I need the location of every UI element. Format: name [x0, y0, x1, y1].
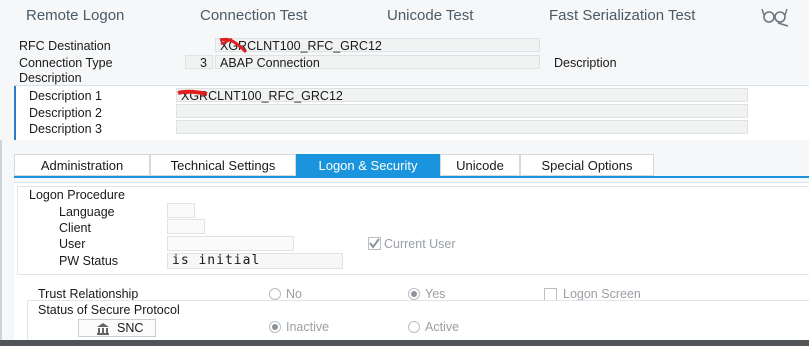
- redaction-mark: [177, 89, 208, 96]
- connection-type-value: ABAP Connection: [220, 56, 320, 70]
- snc-inactive-label: Inactive: [286, 320, 330, 334]
- description-1-field[interactable]: XGRCLNT100_RFC_GRC12: [176, 88, 748, 103]
- client-input[interactable]: [167, 219, 205, 234]
- bottom-status-bar: [0, 340, 809, 346]
- logon-screen-label: Logon Screen: [563, 287, 641, 301]
- description-1-value: XGRCLNT100_RFC_GRC12: [181, 89, 343, 103]
- tab-logon-security[interactable]: Logon & Security: [296, 154, 440, 176]
- user-label: User: [59, 237, 86, 251]
- description-3-label: Description 3: [29, 122, 102, 136]
- description-1-label: Description 1: [29, 89, 102, 103]
- snc-button-label: SNC: [117, 321, 144, 335]
- language-label: Language: [59, 205, 115, 219]
- pw-status-field: is initial: [167, 253, 343, 269]
- connection-type-description-label: Description: [554, 56, 617, 70]
- connection-type-code-field: 3: [185, 55, 213, 70]
- snc-active-label: Active: [425, 320, 460, 334]
- snc-inactive-radio[interactable]: [269, 321, 281, 333]
- rfc-destination-label: RFC Destination: [19, 39, 111, 53]
- description-section-label: Description: [19, 71, 82, 85]
- rfc-destination-value: XGRCLNT100_RFC_GRC12: [220, 39, 382, 53]
- trust-relationship-label: Trust Relationship: [38, 287, 139, 301]
- client-label: Client: [59, 221, 91, 235]
- pw-status-value: is initial: [172, 254, 261, 268]
- description-2-label: Description 2: [29, 106, 102, 120]
- snc-button[interactable]: SNC: [78, 319, 156, 337]
- fast-serialization-test-button[interactable]: Fast Serialization Test: [549, 7, 695, 24]
- user-input[interactable]: [167, 236, 294, 251]
- left-edge-bar: [0, 140, 2, 340]
- connection-type-field: ABAP Connection: [215, 55, 540, 70]
- unicode-test-button[interactable]: Unicode Test: [387, 7, 473, 24]
- rfc-destination-field: XGRCLNT100_RFC_GRC12: [215, 38, 540, 53]
- pw-status-label: PW Status: [59, 254, 119, 268]
- connection-type-code: 3: [200, 56, 207, 70]
- trust-no-label: No: [286, 287, 302, 301]
- tab-special-options[interactable]: Special Options: [520, 154, 654, 176]
- current-user-label: Current User: [384, 237, 456, 251]
- language-input[interactable]: [167, 203, 195, 218]
- snc-active-radio[interactable]: [408, 321, 420, 333]
- tab-technical-settings[interactable]: Technical Settings: [150, 154, 296, 176]
- snc-icon: [96, 322, 110, 338]
- current-user-checkbox[interactable]: [368, 237, 381, 250]
- tab-strip: Administration Technical Settings Logon …: [14, 154, 654, 176]
- logon-procedure-group: [17, 186, 809, 275]
- connection-test-button[interactable]: Connection Test: [200, 7, 307, 24]
- tab-administration[interactable]: Administration: [14, 154, 150, 176]
- secure-protocol-label: Status of Secure Protocol: [38, 303, 180, 317]
- glasses-icon[interactable]: [761, 5, 789, 27]
- description-3-field[interactable]: [176, 120, 748, 134]
- description-2-field[interactable]: [176, 104, 748, 118]
- connection-type-label: Connection Type: [19, 56, 113, 70]
- trust-no-radio[interactable]: [269, 288, 281, 300]
- trust-yes-radio[interactable]: [408, 288, 420, 300]
- trust-yes-label: Yes: [425, 287, 446, 301]
- tab-underline: [14, 176, 809, 178]
- remote-logon-button[interactable]: Remote Logon: [26, 7, 124, 24]
- logon-procedure-label: Logon Procedure: [29, 188, 125, 202]
- tab-unicode[interactable]: Unicode: [440, 154, 520, 176]
